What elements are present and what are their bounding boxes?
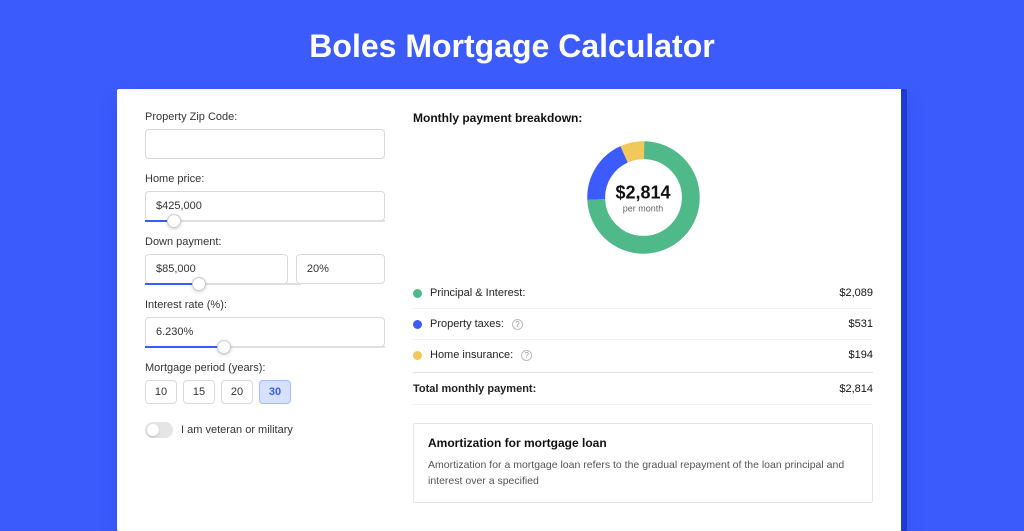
- donut-center: $2,814 per month: [615, 182, 670, 213]
- zip-label: Property Zip Code:: [145, 111, 385, 123]
- period-option-20[interactable]: 20: [221, 380, 253, 404]
- legend-label-taxes: Property taxes:: [430, 318, 504, 330]
- form-column: Property Zip Code: Home price: Down paym…: [145, 111, 385, 503]
- legend-dot-icon: [413, 351, 422, 360]
- legend-row-principal: Principal & Interest: $2,089: [413, 278, 873, 309]
- legend-value-taxes: $531: [849, 318, 873, 330]
- veteran-toggle[interactable]: [145, 422, 173, 438]
- interest-slider[interactable]: [145, 346, 385, 348]
- legend-row-total: Total monthly payment: $2,814: [413, 372, 873, 405]
- breakdown-column: Monthly payment breakdown: $2,814 per mo…: [413, 111, 873, 503]
- home-price-slider[interactable]: [145, 220, 385, 222]
- donut-chart-wrap: $2,814 per month: [413, 135, 873, 260]
- calculator-card: Property Zip Code: Home price: Down paym…: [117, 89, 907, 531]
- veteran-toggle-row: I am veteran or military: [145, 422, 385, 438]
- veteran-label: I am veteran or military: [181, 424, 293, 436]
- amortization-text: Amortization for a mortgage loan refers …: [428, 458, 858, 490]
- period-label: Mortgage period (years):: [145, 362, 385, 374]
- legend-label-insurance: Home insurance:: [430, 349, 513, 361]
- page-title: Boles Mortgage Calculator: [0, 0, 1024, 65]
- help-icon[interactable]: ?: [521, 350, 532, 361]
- help-icon[interactable]: ?: [512, 319, 523, 330]
- down-payment-input[interactable]: [145, 254, 288, 284]
- zip-field-group: Property Zip Code:: [145, 111, 385, 159]
- donut-center-sub: per month: [615, 203, 670, 213]
- slider-thumb-icon[interactable]: [217, 340, 231, 354]
- down-payment-label: Down payment:: [145, 236, 385, 248]
- down-payment-field-group: Down payment:: [145, 236, 385, 285]
- down-payment-slider[interactable]: [145, 283, 301, 285]
- period-option-10[interactable]: 10: [145, 380, 177, 404]
- slider-thumb-icon[interactable]: [167, 214, 181, 228]
- home-price-label: Home price:: [145, 173, 385, 185]
- legend-value-principal: $2,089: [839, 287, 873, 299]
- period-field-group: Mortgage period (years): 10 15 20 30: [145, 362, 385, 404]
- amortization-title: Amortization for mortgage loan: [428, 436, 858, 450]
- total-label: Total monthly payment:: [413, 383, 536, 395]
- down-payment-pct-input[interactable]: [296, 254, 385, 284]
- total-value: $2,814: [839, 383, 873, 395]
- interest-label: Interest rate (%):: [145, 299, 385, 311]
- home-price-field-group: Home price:: [145, 173, 385, 222]
- legend-value-insurance: $194: [849, 349, 873, 361]
- donut-center-value: $2,814: [615, 182, 670, 203]
- legend-label-principal: Principal & Interest:: [430, 287, 525, 299]
- home-price-input[interactable]: [145, 191, 385, 221]
- period-option-30[interactable]: 30: [259, 380, 291, 404]
- amortization-box: Amortization for mortgage loan Amortizat…: [413, 423, 873, 503]
- interest-input[interactable]: [145, 317, 385, 347]
- legend-row-insurance: Home insurance: ? $194: [413, 340, 873, 370]
- slider-thumb-icon[interactable]: [192, 277, 206, 291]
- period-option-15[interactable]: 15: [183, 380, 215, 404]
- zip-input[interactable]: [145, 129, 385, 159]
- breakdown-title: Monthly payment breakdown:: [413, 111, 873, 125]
- legend-row-taxes: Property taxes: ? $531: [413, 309, 873, 340]
- legend-dot-icon: [413, 320, 422, 329]
- legend-dot-icon: [413, 289, 422, 298]
- donut-chart: $2,814 per month: [581, 135, 706, 260]
- toggle-knob-icon: [147, 424, 159, 436]
- interest-field-group: Interest rate (%):: [145, 299, 385, 348]
